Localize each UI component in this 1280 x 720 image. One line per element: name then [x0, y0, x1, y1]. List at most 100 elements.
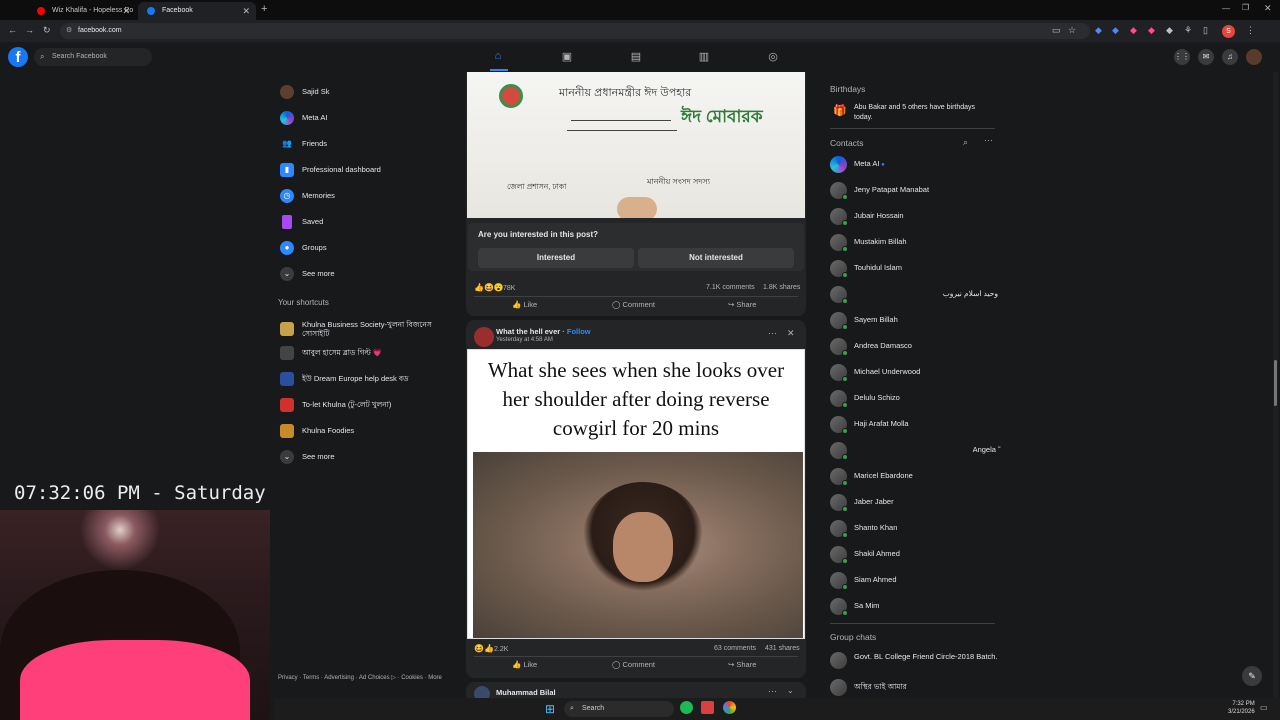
tab-youtube[interactable]: Wiz Khalifa - Hopeless Ro ✕ [28, 2, 136, 20]
contact-item[interactable]: Michael Underwood [830, 362, 920, 382]
contact-item[interactable]: Touhidul Islam [830, 258, 902, 278]
page-avatar[interactable] [474, 327, 494, 347]
taskbar-clock[interactable]: 7:32 PM 3/21/2026 [1228, 700, 1255, 716]
post-author[interactable]: What the hell ever [496, 327, 560, 336]
birthday-text[interactable]: Abu Bakar and 5 others have birthdays to… [854, 103, 994, 123]
comment-button[interactable]: ◯ Comment [612, 660, 655, 669]
video-icon[interactable]: ▣ [560, 50, 574, 64]
contact-item[interactable]: Delulu Schizo [830, 388, 900, 408]
menu-grid-icon[interactable]: ⋮⋮ [1174, 49, 1190, 65]
post-image[interactable]: What she sees when she looks over her sh… [467, 349, 805, 639]
address-bar[interactable]: ⚙ facebook.com [60, 23, 1090, 39]
extension-icon[interactable]: ◆ [1130, 25, 1137, 36]
star-icon[interactable]: ☆ [1068, 25, 1076, 36]
close-window-icon[interactable]: ✕ [1264, 3, 1272, 14]
marketplace-icon[interactable]: ▤ [629, 50, 643, 64]
search-input[interactable]: ⌕ Search Facebook [34, 48, 152, 66]
close-icon[interactable]: ✕ [122, 2, 130, 20]
sidebar-item-memories[interactable]: ◷ Memories [278, 187, 335, 205]
gaming-icon[interactable]: ▥ [697, 50, 711, 64]
reaction-icons[interactable]: 😆👍 [474, 644, 494, 653]
home-icon[interactable]: ⌂ [491, 50, 505, 64]
tab-facebook[interactable]: Facebook ✕ [138, 2, 256, 20]
profile-avatar[interactable]: S [1222, 25, 1235, 38]
notifications-bell-icon[interactable]: ♫ [1222, 49, 1238, 65]
shortcut-item[interactable]: To-let Khulna (টু-লেট খুলনা) [278, 396, 391, 414]
search-icon[interactable]: ⌕ [963, 137, 968, 148]
extension-icon[interactable]: ◆ [1148, 25, 1155, 36]
sidebar-item-profile[interactable]: Sajid Sk [278, 83, 330, 101]
groups-nav-icon[interactable]: ◎ [766, 50, 780, 64]
comment-count[interactable]: 7.1K comments [706, 284, 755, 291]
shortcuts-see-more[interactable]: ⌄ See more [278, 448, 335, 466]
more-options-icon[interactable]: ··· [768, 328, 777, 338]
contact-item[interactable]: Mustakim Billah [830, 232, 907, 252]
taskbar-search[interactable]: ⌕ Search [564, 701, 674, 717]
comment-button[interactable]: ◯ Comment [612, 300, 655, 309]
group-chat-item[interactable]: অস্থির ভাই আমার [830, 677, 907, 697]
footer-legal-links[interactable]: Privacy · Terms · Advertising · Ad Choic… [278, 674, 448, 682]
facebook-logo[interactable]: f [8, 47, 28, 67]
extension-icon[interactable]: ◆ [1095, 25, 1102, 36]
close-icon[interactable]: ✕ [242, 2, 250, 20]
sidebar-item-groups[interactable]: ● Groups [278, 239, 327, 257]
sidebar-item-dashboard[interactable]: ▮ Professional dashboard [278, 161, 381, 179]
reload-icon[interactable]: ↻ [43, 25, 51, 36]
notification-icon[interactable]: ▭ [1260, 703, 1268, 712]
contact-item[interactable]: Sa Mim [830, 596, 879, 616]
contact-item[interactable]: Shanto Khan [830, 518, 897, 538]
collapse-icon[interactable]: ⌄ [787, 686, 794, 695]
contact-item[interactable]: وحيد اسلام نيروب [830, 284, 998, 304]
contact-item[interactable]: Meta AI ● [830, 154, 885, 174]
contact-item[interactable]: Haji Arafat Molla [830, 414, 909, 434]
contact-item[interactable]: Jeny Patapat Manabat [830, 180, 929, 200]
contact-item[interactable]: Shakil Ahmed [830, 544, 900, 564]
extension-icon[interactable]: ◆ [1166, 25, 1173, 36]
extension-icon[interactable]: ◆ [1112, 25, 1119, 36]
maximize-icon[interactable]: ❐ [1242, 3, 1249, 12]
sidebar-item-friends[interactable]: 👥 Friends [278, 135, 327, 153]
post-timestamp[interactable]: Yesterday at 4:58 AM [496, 337, 553, 343]
like-button[interactable]: 👍 Like [512, 660, 537, 669]
sidebar-item-meta-ai[interactable]: Meta AI [278, 109, 327, 127]
not-interested-button[interactable]: Not interested [638, 248, 794, 268]
shortcut-item[interactable]: আবুল হাসেম ব্লাড গিল্ট 💗 [278, 344, 382, 362]
like-button[interactable]: 👍 Like [512, 300, 537, 309]
close-icon[interactable]: ✕ [787, 328, 795, 339]
messenger-icon[interactable]: ✉ [1198, 49, 1214, 65]
forward-icon[interactable]: → [25, 25, 34, 35]
new-message-icon[interactable]: ✎ [1242, 666, 1262, 686]
chrome-icon[interactable] [723, 701, 736, 714]
post-author[interactable]: Muhammad Bilal [496, 688, 556, 697]
reaction-icons[interactable]: 👍😆😮 [474, 283, 504, 292]
back-icon[interactable]: ← [8, 25, 17, 35]
shortcut-item[interactable]: Khulna Business Society-খুলনা বিজনেস সোস… [278, 318, 458, 340]
contact-item[interactable]: Jaber Jaber [830, 492, 894, 512]
shortcut-item[interactable]: Khulna Foodies [278, 422, 354, 440]
post-image[interactable]: মাননীয় প্রধানমন্ত্রীর ঈদ উপহার ঈদ মোবার… [467, 72, 805, 218]
extensions-puzzle-icon[interactable]: ⚘ [1184, 25, 1192, 36]
app-icon[interactable] [701, 701, 714, 714]
site-info-icon[interactable]: ⚙ [66, 23, 72, 39]
sidepanel-icon[interactable]: ▯ [1203, 25, 1208, 36]
share-button[interactable]: ↪ Share [728, 300, 756, 309]
group-chat-item[interactable]: Govt. BL College Friend Circle-2018 Batc… [830, 650, 1000, 672]
sidebar-item-saved[interactable]: Saved [278, 213, 323, 231]
scrollbar-thumb[interactable] [1274, 360, 1277, 406]
contact-item[interactable]: Andrea Damasco [830, 336, 912, 356]
shortcut-item[interactable]: ইউ Dream Europe help desk বড [278, 370, 409, 388]
contact-item[interactable]: Angela ̃ [830, 440, 998, 460]
sidebar-see-more[interactable]: ⌄ See more [278, 265, 335, 283]
account-avatar[interactable] [1246, 49, 1262, 65]
reaction-count[interactable]: 78K [503, 285, 515, 292]
minimize-icon[interactable]: — [1222, 4, 1230, 13]
windows-start-icon[interactable]: ⊞ [545, 702, 555, 716]
contact-item[interactable]: Jubair Hossain [830, 206, 904, 226]
contact-item[interactable]: Sayem Billah [830, 310, 898, 330]
comment-count[interactable]: 63 comments [714, 645, 756, 652]
spotify-icon[interactable] [680, 701, 693, 714]
more-options-icon[interactable]: ··· [984, 135, 993, 145]
follow-link[interactable]: Follow [567, 327, 591, 336]
share-count[interactable]: 431 shares [765, 645, 800, 652]
share-count[interactable]: 1.8K shares [763, 284, 800, 291]
